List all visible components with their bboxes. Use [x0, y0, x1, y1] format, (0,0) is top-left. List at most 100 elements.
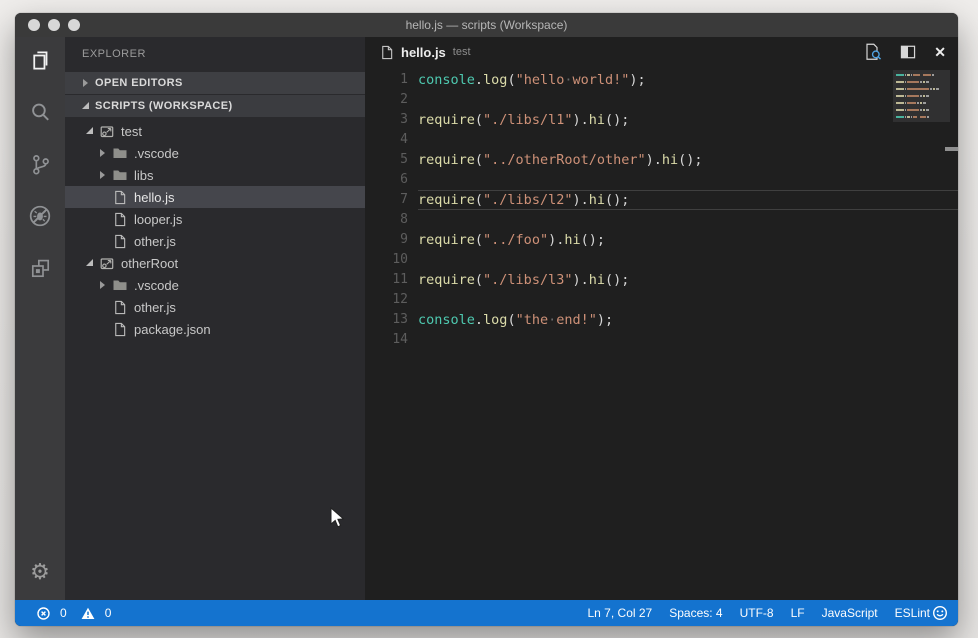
twistie-icon	[98, 236, 108, 246]
code-line-6[interactable]: 6	[365, 170, 958, 190]
code-line-13[interactable]: 13console.log("the·end!");	[365, 310, 958, 330]
section-scripts-workspace[interactable]: SCRIPTS (WORKSPACE)	[65, 95, 365, 117]
debug-icon	[27, 203, 53, 229]
problems-indicator[interactable]: 0 0	[37, 606, 119, 620]
code-line-3[interactable]: 3require("./libs/l1").hi();	[365, 110, 958, 130]
file-tree: test .vscode libs hello.js looper.js other.js…	[65, 120, 365, 340]
split-editor-icon	[899, 43, 917, 61]
status-encoding[interactable]: UTF-8	[740, 606, 774, 620]
status-cursor-position[interactable]: Ln 7, Col 27	[588, 606, 653, 620]
mouse-cursor	[330, 507, 346, 529]
activity-settings[interactable]: ⚙	[27, 560, 53, 586]
twistie-icon	[98, 148, 108, 158]
status-eslint-status[interactable]: ESLint	[895, 606, 930, 620]
chevron-down-icon	[81, 101, 91, 111]
tree-item-otherRoot[interactable]: otherRoot	[65, 252, 365, 274]
editor-group: hello.js test	[365, 37, 958, 600]
tree-item-label: looper.js	[134, 212, 182, 227]
tree-item-label: .vscode	[134, 146, 179, 161]
status-right-items: Ln 7, Col 27 Spaces: 4 UTF-8 LF JavaScript ES…	[588, 606, 931, 620]
root-folder-icon	[99, 255, 115, 271]
line-number: 4	[365, 130, 408, 150]
line-number: 11	[365, 270, 408, 290]
section-label: SCRIPTS (WORKSPACE)	[95, 100, 233, 112]
file-icon	[379, 45, 394, 60]
code-line-8[interactable]: 8	[365, 210, 958, 230]
tree-item-label: libs	[134, 168, 154, 183]
gear-icon: ⚙	[30, 562, 50, 584]
tree-item-looper-js[interactable]: looper.js	[65, 208, 365, 230]
minimap-lines	[896, 74, 948, 123]
line-number: 9	[365, 230, 408, 250]
section-label: OPEN EDITORS	[95, 77, 183, 89]
tree-item-libs[interactable]: libs	[65, 164, 365, 186]
chevron-right-icon	[81, 78, 91, 88]
tab-hello-js[interactable]: hello.js test	[379, 45, 471, 60]
code-line-14[interactable]: 14	[365, 330, 958, 350]
line-number: 2	[365, 90, 408, 110]
traffic-lights	[28, 13, 80, 37]
split-editor-button[interactable]	[899, 43, 917, 61]
zoom-traffic-light[interactable]	[68, 19, 80, 31]
file-icon	[112, 234, 127, 249]
code-line-4[interactable]: 4	[365, 130, 958, 150]
line-number: 14	[365, 330, 408, 350]
status-eol[interactable]: LF	[791, 606, 805, 620]
code-line-12[interactable]: 12	[365, 290, 958, 310]
error-count: 0	[60, 606, 67, 620]
twistie-icon	[98, 192, 108, 202]
activity-extensions[interactable]	[27, 255, 53, 281]
source-control-icon	[28, 152, 53, 177]
tree-item-test[interactable]: test	[65, 120, 365, 142]
folder-icon	[112, 145, 128, 161]
tree-item-other-js[interactable]: other.js	[65, 296, 365, 318]
minimap[interactable]	[893, 70, 950, 122]
overview-ruler-cursor	[945, 147, 958, 151]
close-traffic-light[interactable]	[28, 19, 40, 31]
line-number: 8	[365, 210, 408, 230]
tree-item-package-json[interactable]: package.json	[65, 318, 365, 340]
activity-source-control[interactable]	[27, 151, 53, 177]
line-number: 6	[365, 170, 408, 190]
code-line-9[interactable]: 9require("../foo").hi();	[365, 230, 958, 250]
tab-bar: hello.js test	[365, 37, 958, 67]
feedback-button[interactable]	[932, 605, 948, 621]
file-icon	[112, 212, 127, 227]
status-indentation[interactable]: Spaces: 4	[669, 606, 722, 620]
tree-item-other-js[interactable]: other.js	[65, 230, 365, 252]
tree-item-label: package.json	[134, 322, 211, 337]
line-number: 12	[365, 290, 408, 310]
status-language-mode[interactable]: JavaScript	[822, 606, 878, 620]
twistie-icon	[85, 258, 95, 268]
minimize-traffic-light[interactable]	[48, 19, 60, 31]
code-line-5[interactable]: 5require("../otherRoot/other").hi();	[365, 150, 958, 170]
tree-item--vscode[interactable]: .vscode	[65, 142, 365, 164]
errors-icon	[37, 607, 50, 620]
code-area[interactable]: 1console.log("hello·world!");23require("…	[365, 67, 958, 350]
feedback-smiley-icon	[932, 605, 948, 621]
code-line-11[interactable]: 11require("./libs/l3").hi();	[365, 270, 958, 290]
code-line-1[interactable]: 1console.log("hello·world!");	[365, 70, 958, 90]
activity-search[interactable]	[27, 99, 53, 125]
find-in-file-button[interactable]	[862, 42, 882, 62]
code-line-10[interactable]: 10	[365, 250, 958, 270]
desktop: hello.js — scripts (Workspace)	[0, 0, 978, 638]
twistie-icon	[85, 126, 95, 136]
title-bar[interactable]: hello.js — scripts (Workspace)	[15, 13, 958, 37]
activity-debug[interactable]	[27, 203, 53, 229]
code-line-7[interactable]: 7require("./libs/l2").hi();	[365, 190, 958, 210]
code-line-2[interactable]: 2	[365, 90, 958, 110]
tree-item-hello-js[interactable]: hello.js	[65, 186, 365, 208]
close-icon: ✕	[934, 45, 946, 59]
editor-body[interactable]: 1console.log("hello·world!");23require("…	[365, 67, 958, 600]
twistie-icon	[98, 324, 108, 334]
close-editor-button[interactable]: ✕	[934, 45, 946, 59]
activity-explorer[interactable]	[27, 47, 53, 73]
twistie-icon	[98, 302, 108, 312]
tab-file-name: hello.js	[401, 45, 446, 60]
line-number: 7	[365, 190, 408, 210]
tree-item--vscode[interactable]: .vscode	[65, 274, 365, 296]
line-number: 5	[365, 150, 408, 170]
section-open-editors[interactable]: OPEN EDITORS	[65, 72, 365, 94]
sidebar-explorer: EXPLORER OPEN EDITORS SCRIPTS (WORKSPACE…	[65, 37, 365, 600]
